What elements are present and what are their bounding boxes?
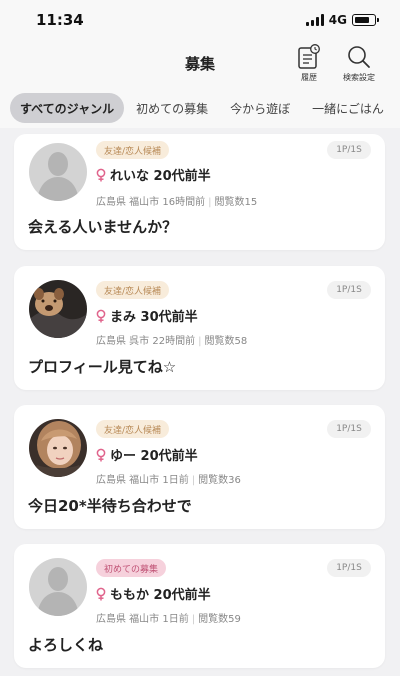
silhouette-avatar-icon	[29, 558, 87, 616]
female-icon	[96, 168, 106, 182]
post-message: 今日20*半待ち合わせで	[28, 497, 192, 515]
category-tag: 友達/恋人候補	[96, 420, 170, 438]
user-name: ゆー 20代前半	[110, 449, 198, 464]
page-badge: 1P/1S	[327, 281, 371, 299]
tab-first-recruit[interactable]: 初めての募集	[126, 93, 218, 123]
post-meta: 広島県 福山市 1日前 | 閲覧数36	[96, 471, 241, 486]
avatar[interactable]	[29, 143, 87, 201]
page-badge: 1P/1S	[327, 559, 371, 577]
history-icon	[298, 44, 320, 69]
tab-eat-together[interactable]: 一緒にごはん	[302, 93, 394, 123]
network-type: 4G	[328, 13, 347, 27]
search-settings-button[interactable]: 検索設定	[334, 44, 384, 83]
photo-avatar-icon	[29, 419, 87, 477]
user-name: ももか 20代前半	[110, 588, 211, 603]
category-tag: 初めての募集	[96, 559, 167, 577]
user-name: れいな 20代前半	[110, 169, 211, 184]
user-name-line: ゆー 20代前半	[96, 445, 198, 464]
page-badge: 1P/1S	[327, 420, 371, 438]
post-meta: 広島県 福山市 1日前 | 閲覧数59	[96, 610, 241, 625]
status-indicators: 4G	[305, 13, 379, 27]
post-card[interactable]: 友達/恋人候補 1P/1S ゆー 20代前半 広島県 福山市 1日前 | 閲覧数36…	[14, 405, 385, 529]
battery-icon	[352, 14, 379, 26]
post-message: 会える人いませんか？	[28, 218, 178, 236]
location-time: 広島県 福山市 1日前	[96, 475, 189, 486]
category-tag: 友達/恋人候補	[96, 281, 170, 299]
avatar[interactable]	[29, 419, 87, 477]
view-count: 閲覧数59	[198, 614, 241, 625]
location-time: 広島県 福山市 16時間前	[96, 197, 206, 208]
user-name-line: ももか 20代前半	[96, 584, 211, 603]
meta-divider: |	[198, 336, 202, 347]
user-name-line: れいな 20代前半	[96, 165, 211, 184]
tab-play-now[interactable]: 今から遊ぼ	[220, 93, 300, 123]
dog-filter-photo-avatar-icon	[29, 280, 87, 338]
female-icon	[96, 448, 106, 462]
post-card[interactable]: 初めての募集 1P/1S ももか 20代前半 広島県 福山市 1日前 | 閲覧数59…	[14, 544, 385, 668]
location-time: 広島県 呉市 22時間前	[96, 336, 196, 347]
female-icon	[96, 587, 106, 601]
view-count: 閲覧数15	[214, 197, 258, 208]
status-bar: 11:34 4G	[0, 0, 400, 40]
meta-divider: |	[191, 614, 196, 625]
post-meta: 広島県 福山市 16時間前 | 閲覧数15	[96, 193, 257, 208]
post-message: プロフィール見てね☆	[28, 358, 177, 376]
meta-divider: |	[208, 197, 212, 208]
page-badge: 1P/1S	[327, 141, 371, 159]
signal-icon	[305, 14, 324, 26]
post-meta: 広島県 呉市 22時間前 | 閲覧数58	[96, 332, 247, 347]
avatar[interactable]	[29, 280, 87, 338]
genre-tabs: すべてのジャンル 初めての募集 今から遊ぼ 一緒にごはん	[0, 88, 400, 128]
search-settings-label: 検索設定	[343, 73, 375, 82]
silhouette-avatar-icon	[29, 143, 87, 201]
view-count: 閲覧数58	[204, 336, 248, 347]
search-icon	[348, 46, 370, 68]
tab-all-genres[interactable]: すべてのジャンル	[10, 93, 125, 123]
app-header: 募集 履歴 検索設定	[0, 40, 400, 88]
user-name: まみ 30代前半	[110, 310, 198, 325]
female-icon	[96, 309, 106, 323]
category-tag: 友達/恋人候補	[96, 141, 170, 159]
post-message: よろしくね	[28, 636, 104, 654]
avatar[interactable]	[29, 558, 87, 616]
post-card[interactable]: 友達/恋人候補 1P/1S れいな 20代前半 広島県 福山市 16時間前 | 閲覧…	[14, 134, 385, 250]
status-time: 11:34	[36, 11, 84, 29]
post-card[interactable]: 友達/恋人候補 1P/1S まみ 30代前半 広島県 呉市 22時間前 | 閲覧数5…	[14, 266, 385, 390]
view-count: 閲覧数36	[198, 475, 241, 486]
user-name-line: まみ 30代前半	[96, 306, 198, 325]
meta-divider: |	[191, 475, 196, 486]
history-button[interactable]: 履歴	[284, 44, 334, 83]
history-label: 履歴	[301, 73, 317, 82]
location-time: 広島県 福山市 1日前	[96, 614, 189, 625]
